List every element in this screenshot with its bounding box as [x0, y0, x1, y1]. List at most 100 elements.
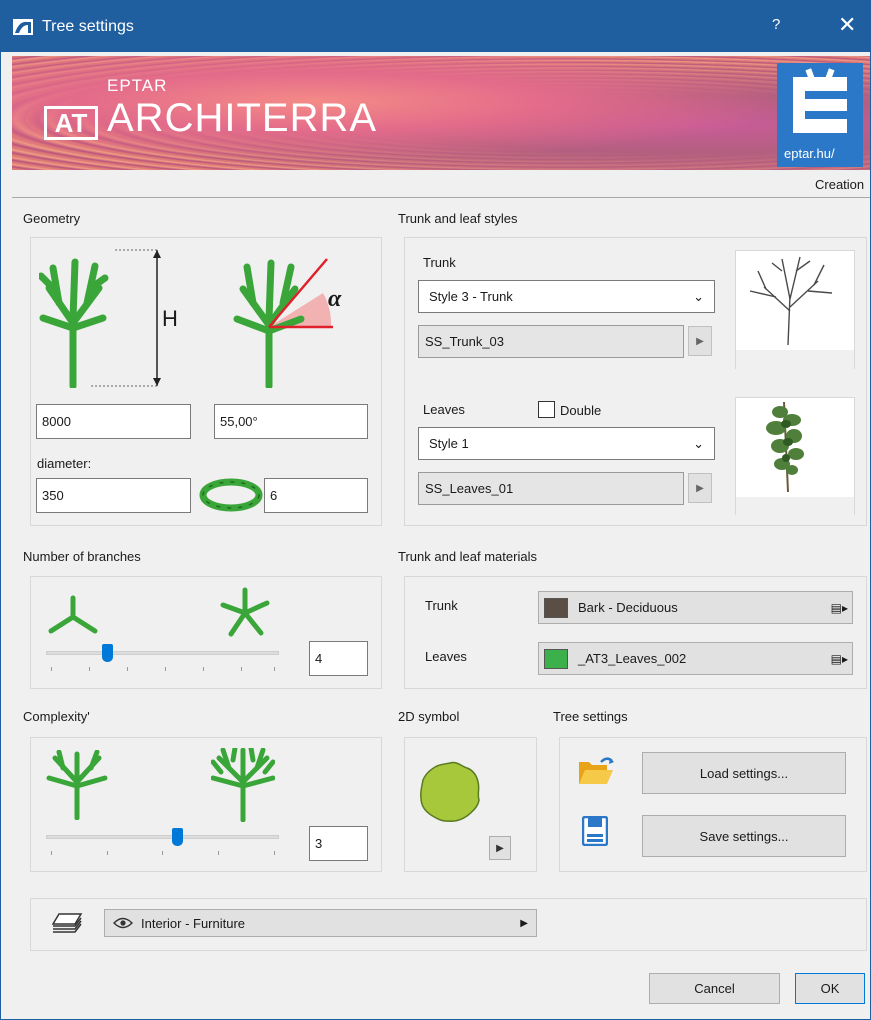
diameter-input[interactable]: 350 [36, 478, 191, 513]
slider-tick [51, 667, 52, 671]
banner-url[interactable]: eptar.hu/ [784, 146, 835, 161]
banner: AT EPTAR ARCHITERRA eptar.hu/ [12, 56, 870, 170]
three-branch-icon [48, 595, 98, 634]
slider-tick [218, 851, 219, 855]
branches-slider-track[interactable] [46, 651, 279, 655]
title-bar: Tree settings ? ✕ [0, 0, 871, 52]
trunk-style-name: SS_Trunk_03 [418, 325, 684, 358]
eye-icon[interactable] [113, 917, 133, 929]
layer-icon [51, 913, 83, 933]
materials-panel: Trunk Bark - Deciduous ▤▸ Leaves _AT3_Le… [404, 576, 867, 689]
double-checkbox[interactable] [538, 401, 555, 418]
separator [12, 197, 870, 198]
angle-input[interactable]: 55,00° [214, 404, 368, 439]
leaves-style-select[interactable]: Style 1 ⌄ [418, 427, 715, 460]
symbol2d-panel: ▶ [404, 737, 537, 872]
double-label: Double [560, 403, 602, 418]
complex-tree-icon [211, 748, 275, 822]
complexity-slider-track[interactable] [46, 835, 279, 839]
leaves-style-arrow-button[interactable]: ▶ [688, 473, 712, 503]
many-branch-icon [220, 587, 270, 637]
slider-tick [241, 667, 242, 671]
slider-tick [51, 851, 52, 855]
chevron-down-icon: ⌄ [693, 288, 704, 304]
layer-value: Interior - Furniture [141, 915, 246, 931]
complexity-heading: Complexity' [23, 709, 90, 724]
help-button[interactable]: ? [772, 16, 780, 33]
trunk-material-value: Bark - Deciduous [578, 600, 678, 615]
materials-heading: Trunk and leaf materials [398, 549, 537, 564]
slider-tick [89, 667, 90, 671]
branches-slider-thumb[interactable] [102, 644, 114, 662]
branches-heading: Number of branches [23, 549, 141, 564]
leaves-material-select[interactable]: _AT3_Leaves_002 ▤▸ [538, 642, 853, 675]
leaves-material-label: Leaves [425, 649, 467, 664]
trunk-material-swatch [544, 597, 568, 618]
alpha-symbol: α [328, 286, 342, 312]
tree-angle-icon [233, 258, 333, 388]
trunk-material-label: Trunk [425, 598, 458, 613]
complexity-slider-thumb[interactable] [172, 828, 183, 846]
brand-large: ARCHITERRA [107, 96, 378, 140]
segments-ring-icon [199, 478, 263, 512]
complexity-panel: 3 [30, 737, 382, 872]
trunk-style-value: Style 3 - Trunk [429, 289, 513, 304]
arrow-right-icon: ▶ [520, 917, 528, 929]
branches-panel: 4 [30, 576, 382, 689]
leaves-preview [735, 397, 855, 518]
layer-select[interactable]: Interior - Furniture ▶ [104, 909, 537, 937]
brand-small: EPTAR [107, 76, 168, 95]
slider-tick [274, 851, 275, 855]
tree-symbol-icon [420, 761, 480, 822]
creation-label: Creation [815, 177, 865, 192]
styles-panel: Trunk Style 3 - Trunk ⌄ SS_Trunk_03 ▶ Le… [404, 237, 867, 526]
eptar-logo-icon [793, 68, 847, 133]
leaves-style-value: Style 1 [429, 436, 469, 451]
leaves-material-swatch [544, 648, 568, 669]
leaf-branch-icon [766, 401, 804, 493]
at-logo: AT [44, 106, 98, 140]
bare-tree-icon [749, 256, 833, 346]
slider-tick [127, 667, 128, 671]
folder-open-icon [579, 757, 614, 784]
slider-tick [203, 667, 204, 671]
tree-settings-panel: Load settings... Save settings... [559, 737, 867, 872]
layer-panel: Interior - Furniture ▶ [30, 898, 867, 951]
slider-tick [162, 851, 163, 855]
height-input[interactable]: 8000 [36, 404, 191, 439]
trunk-preview [735, 250, 855, 372]
app-icon [13, 19, 33, 35]
segments-input[interactable]: 6 [264, 478, 368, 513]
leaves-style-name: SS_Leaves_01 [418, 472, 684, 505]
tree-height-icon [39, 249, 161, 388]
branches-input[interactable]: 4 [309, 641, 368, 676]
window-title: Tree settings [42, 18, 134, 35]
complexity-input[interactable]: 3 [309, 826, 368, 861]
height-symbol: H [162, 306, 178, 331]
geometry-heading: Geometry [23, 211, 81, 226]
slider-tick [165, 667, 166, 671]
trunk-material-select[interactable]: Bark - Deciduous ▤▸ [538, 591, 853, 624]
chevron-down-icon: ⌄ [693, 435, 704, 451]
ok-button[interactable]: OK [795, 973, 865, 1004]
cancel-button[interactable]: Cancel [649, 973, 780, 1004]
slider-tick [274, 667, 275, 671]
trunk-style-label: Trunk [423, 255, 456, 270]
material-picker-icon[interactable]: ▤▸ [831, 601, 848, 615]
leaves-material-value: _AT3_Leaves_002 [578, 651, 687, 666]
trunk-style-arrow-button[interactable]: ▶ [688, 326, 712, 356]
symbol2d-heading: 2D symbol [398, 709, 460, 724]
trunk-style-select[interactable]: Style 3 - Trunk ⌄ [418, 280, 715, 313]
load-settings-button[interactable]: Load settings... [642, 752, 846, 794]
simple-tree-icon [46, 750, 108, 820]
close-button[interactable]: ✕ [838, 12, 856, 38]
symbol2d-arrow-button[interactable]: ▶ [489, 836, 511, 860]
leaves-style-label: Leaves [423, 402, 465, 417]
material-picker-icon[interactable]: ▤▸ [831, 652, 848, 666]
diameter-label: diameter: [37, 456, 92, 471]
save-settings-button[interactable]: Save settings... [642, 815, 846, 857]
styles-heading: Trunk and leaf styles [398, 211, 518, 226]
slider-tick [107, 851, 108, 855]
save-floppy-icon [582, 816, 608, 846]
tree-settings-heading: Tree settings [553, 709, 628, 724]
